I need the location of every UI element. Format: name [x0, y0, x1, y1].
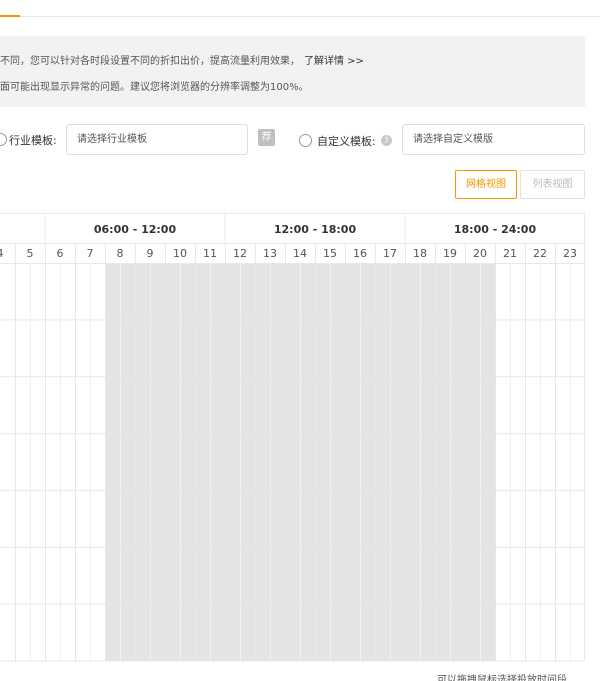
period-header-2: 12:00 - 18:00 [274, 223, 357, 236]
hour-label: 22 [533, 247, 547, 260]
hour-label: 5 [27, 247, 34, 260]
active-tab-indicator [0, 15, 20, 17]
hour-label: 11 [203, 247, 217, 260]
drag-hint: 可以拖拽鼠标选择投放时间段 [437, 675, 567, 681]
hour-label: 10 [173, 247, 187, 260]
custom-template-radio[interactable] [299, 134, 312, 147]
hour-label: 6 [57, 247, 64, 260]
industry-template-radio[interactable] [0, 133, 7, 146]
hour-label: 19 [443, 247, 457, 260]
hour-label: 7 [87, 247, 94, 260]
hour-label: 16 [353, 247, 367, 260]
hour-label: 21 [503, 247, 517, 260]
period-header-1: 06:00 - 12:00 [94, 223, 177, 236]
hour-label: 9 [147, 247, 154, 260]
hour-label: 14 [293, 247, 307, 260]
schedule-grid[interactable]: 06:00 - 12:00 12:00 - 18:00 18:00 - 24:00 4… [0, 213, 585, 662]
hour-label: 13 [263, 247, 277, 260]
notice-line-1: 不同，您可以针对各时段设置不同的折扣出价，提高流量利用效果， 了解详情 >> [0, 52, 364, 67]
hour-label: 15 [323, 247, 337, 260]
template-row: 行业模板: 请选择行业模板 荐 自定义模板: ? 请选择自定义模版 [0, 124, 600, 156]
custom-template-select[interactable]: 请选择自定义模版 [402, 124, 585, 155]
hour-label: 20 [473, 247, 487, 260]
schedule-grid-svg[interactable]: 06:00 - 12:00 12:00 - 18:00 18:00 - 24:00 4… [0, 213, 585, 662]
hour-label: 17 [383, 247, 397, 260]
learn-more-link[interactable]: 了解详情 >> [304, 56, 364, 67]
recommend-badge[interactable]: 荐 [258, 129, 275, 146]
notice-panel: 不同，您可以针对各时段设置不同的折扣出价，提高流量利用效果， 了解详情 >> 面可… [0, 36, 585, 107]
hour-label: 12 [233, 247, 247, 260]
hour-label: 8 [117, 247, 124, 260]
hour-label: 4 [0, 247, 4, 260]
top-tab-bar [0, 0, 600, 17]
hour-label: 23 [563, 247, 577, 260]
industry-template-label: 行业模板: [9, 134, 57, 147]
grid-view-button[interactable]: 网格视图 [455, 170, 517, 199]
period-header-3: 18:00 - 24:00 [454, 223, 537, 236]
hour-label: 18 [413, 247, 427, 260]
notice-line-2: 面可能出现显示异常的问题。建议您将浏览器的分辨率调整为100%。 [0, 82, 309, 93]
custom-template-label: 自定义模板: [317, 135, 376, 148]
help-icon[interactable]: ? [381, 135, 392, 146]
notice-line-1-text: 不同，您可以针对各时段设置不同的折扣出价，提高流量利用效果， [0, 56, 300, 67]
industry-template-select[interactable]: 请选择行业模板 [66, 124, 248, 155]
list-view-button[interactable]: 列表视图 [520, 170, 585, 199]
